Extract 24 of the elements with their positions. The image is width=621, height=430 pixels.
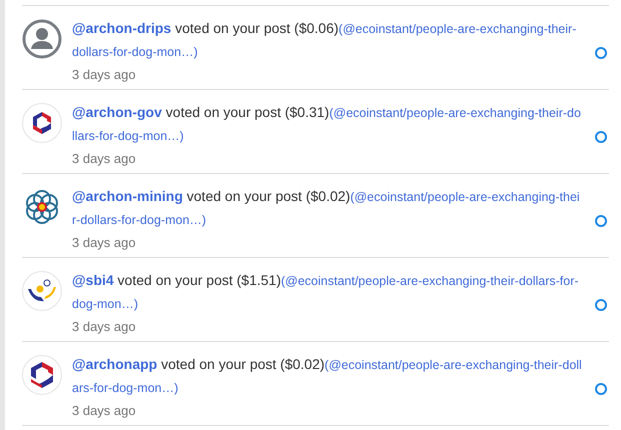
hand-coins-icon	[22, 271, 62, 311]
read-toggle[interactable]	[595, 47, 607, 59]
read-toggle[interactable]	[595, 299, 607, 311]
username-link[interactable]: @sbi4	[72, 272, 114, 288]
username-link[interactable]: @archon-drips	[72, 20, 172, 36]
notification-text: @archonapp voted on your post ($0.02)(@ecoinstant/people-are-exchanging-their-dollars-for-dog-mon…)	[72, 355, 582, 397]
read-toggle[interactable]	[595, 131, 607, 143]
hexagon-logo-icon	[22, 355, 62, 395]
username-link[interactable]: @archon-gov	[72, 104, 162, 120]
notification-text: @sbi4 voted on your post ($1.51)(@ecoinstant/people-are-exchanging-their-dollars-for-dog-mon…)	[72, 271, 580, 313]
read-toggle[interactable]	[595, 215, 607, 227]
hexagon-logo-icon	[22, 103, 62, 143]
timestamp: 3 days ago	[72, 318, 137, 336]
read-toggle[interactable]	[595, 383, 607, 395]
person-avatar-icon	[22, 19, 62, 59]
timestamp: 3 days ago	[72, 66, 137, 84]
timestamp: 3 days ago	[72, 150, 137, 168]
notification-text: @archon-gov voted on your post ($0.31)(@ecoinstant/people-are-exchanging-their-dollars-for-dog-mon…)	[72, 103, 582, 145]
timestamp: 3 days ago	[72, 234, 137, 252]
notification-text: @archon-mining voted on your post ($0.02)(@ecoinstant/people-are-exchanging-their-dollars-for-dog-mon…)	[72, 187, 581, 229]
username-link[interactable]: @archon-mining	[72, 188, 183, 204]
timestamp: 3 days ago	[72, 402, 137, 420]
username-link[interactable]: @archonapp	[72, 356, 158, 372]
notification-text: @archon-drips voted on your post ($0.06)(@ecoinstant/people-are-exchanging-their-dollars-for-dog-mon…)	[72, 19, 578, 61]
